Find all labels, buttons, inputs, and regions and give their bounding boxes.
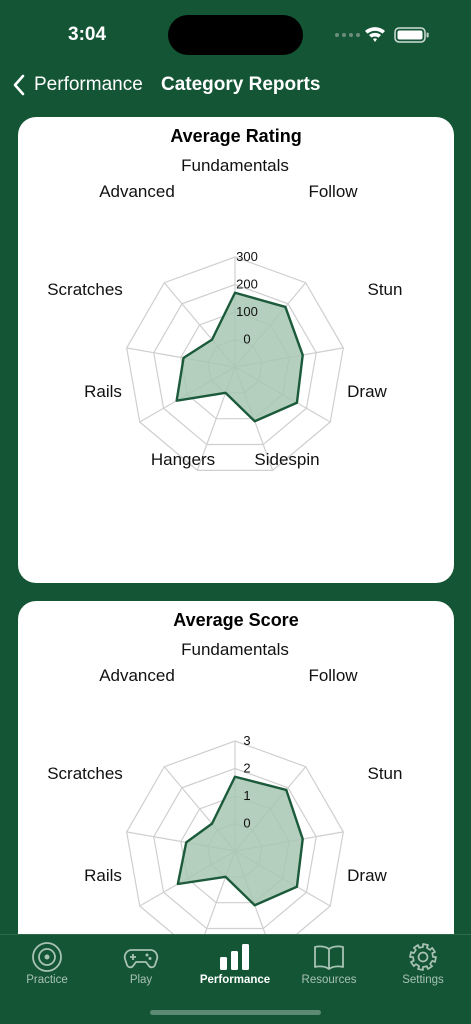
gear-icon [409,943,437,971]
bar-chart-icon [220,944,249,970]
tab-label: Practice [26,974,68,986]
average-score-card: Average Score 0 1 2 3 Fundamentals Follow Stun… [18,601,454,981]
axis-label-fundamentals: Fundamentals [181,640,289,659]
axis-label-rails: Rails [84,382,122,401]
tick-label: 0 [243,816,250,831]
average-rating-radar-chart: 0 100 200 300 Fundamentals Follow Stun Draw Side… [47,156,403,471]
tab-play[interactable]: Play [94,935,188,1005]
axis-label-advanced: Advanced [99,182,175,201]
tab-label: Resources [301,974,357,986]
tick-label: 2 [243,761,250,776]
tab-label: Play [129,974,153,986]
axis-label-draw: Draw [347,382,387,401]
axis-label-hangers: Hangers [151,450,215,469]
axis-label-sidespin: Sidespin [254,450,319,469]
tab-practice[interactable]: Practice [0,935,94,1005]
target-icon [32,942,62,972]
tick-label: 3 [243,733,250,748]
status-time: 3:04 [68,24,107,45]
tab-label: Settings [402,974,444,986]
axis-label-fundamentals: Fundamentals [181,156,289,175]
axis-label-scratches: Scratches [47,764,123,783]
axis-label-stun: Stun [368,280,403,299]
axis-label-follow: Follow [308,666,358,685]
axis-label-follow: Follow [308,182,358,201]
average-rating-card: Average Rating 0 100 200 300 Fundamentals Fol… [18,117,454,583]
tick-label: 100 [236,304,258,319]
axis-label-rails: Rails [84,866,122,885]
tick-label: 1 [243,788,250,803]
tab-performance[interactable]: Performance [188,935,282,1005]
dynamic-island [168,15,303,55]
battery-icon [394,27,429,43]
navigation-bar: Performance Category Reports [0,66,471,104]
chevron-left-icon [13,74,25,96]
status-icons [335,27,429,43]
wifi-icon [365,27,385,42]
axis-label-advanced: Advanced [99,666,175,685]
axis-label-draw: Draw [347,866,387,885]
cellular-signal-icon [335,33,360,37]
tab-resources[interactable]: Resources [282,935,376,1005]
tick-label: 200 [236,277,258,292]
home-indicator [150,1010,321,1015]
tick-label: 0 [243,332,250,347]
book-icon [314,945,344,970]
status-bar: 3:04 [0,0,471,70]
back-button-label: Performance [34,74,143,95]
average-score-radar-chart: 0123FundamentalsFollowStunDrawSidespinHa… [47,640,403,955]
back-button[interactable]: Performance [12,70,143,100]
axis-label-scratches: Scratches [47,280,123,299]
page-title: Category Reports [161,74,321,95]
gamepad-icon [123,949,159,969]
tick-label: 300 [236,249,258,264]
tab-label: Performance [199,974,271,986]
axis-label-stun: Stun [368,764,403,783]
tab-settings[interactable]: Settings [376,935,470,1005]
